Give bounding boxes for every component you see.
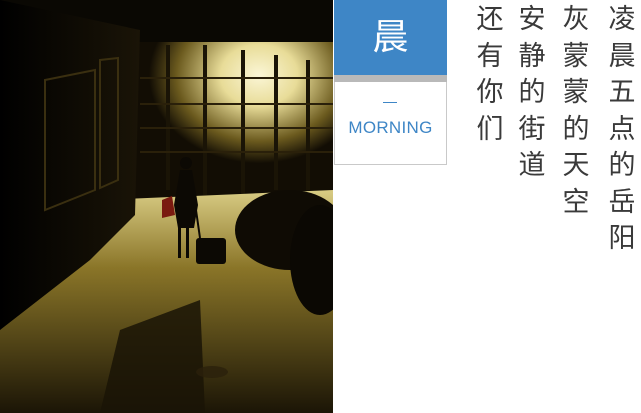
badge-character: 晨 (372, 17, 409, 58)
poem-line-1: 凌晨五点的岳阳 (608, 4, 636, 254)
hero-photo (0, 0, 333, 413)
poem: 凌晨五点的岳阳 灰蒙蒙的天空 安静的街道 还有你们 (456, 0, 641, 413)
poem-line-2: 灰蒙蒙的天空 (562, 4, 590, 218)
morning-badge: 晨 MORNING (334, 0, 447, 165)
badge-dash (383, 102, 397, 103)
badge-header: 晨 (334, 0, 447, 75)
badge-word: MORNING (348, 118, 433, 137)
poem-line-3: 安静的街道 (518, 4, 546, 181)
airport-silhouette-image (0, 0, 333, 413)
badge-separator (334, 75, 447, 82)
badge-footer: MORNING (334, 82, 447, 165)
poem-line-4: 还有你们 (476, 4, 504, 145)
